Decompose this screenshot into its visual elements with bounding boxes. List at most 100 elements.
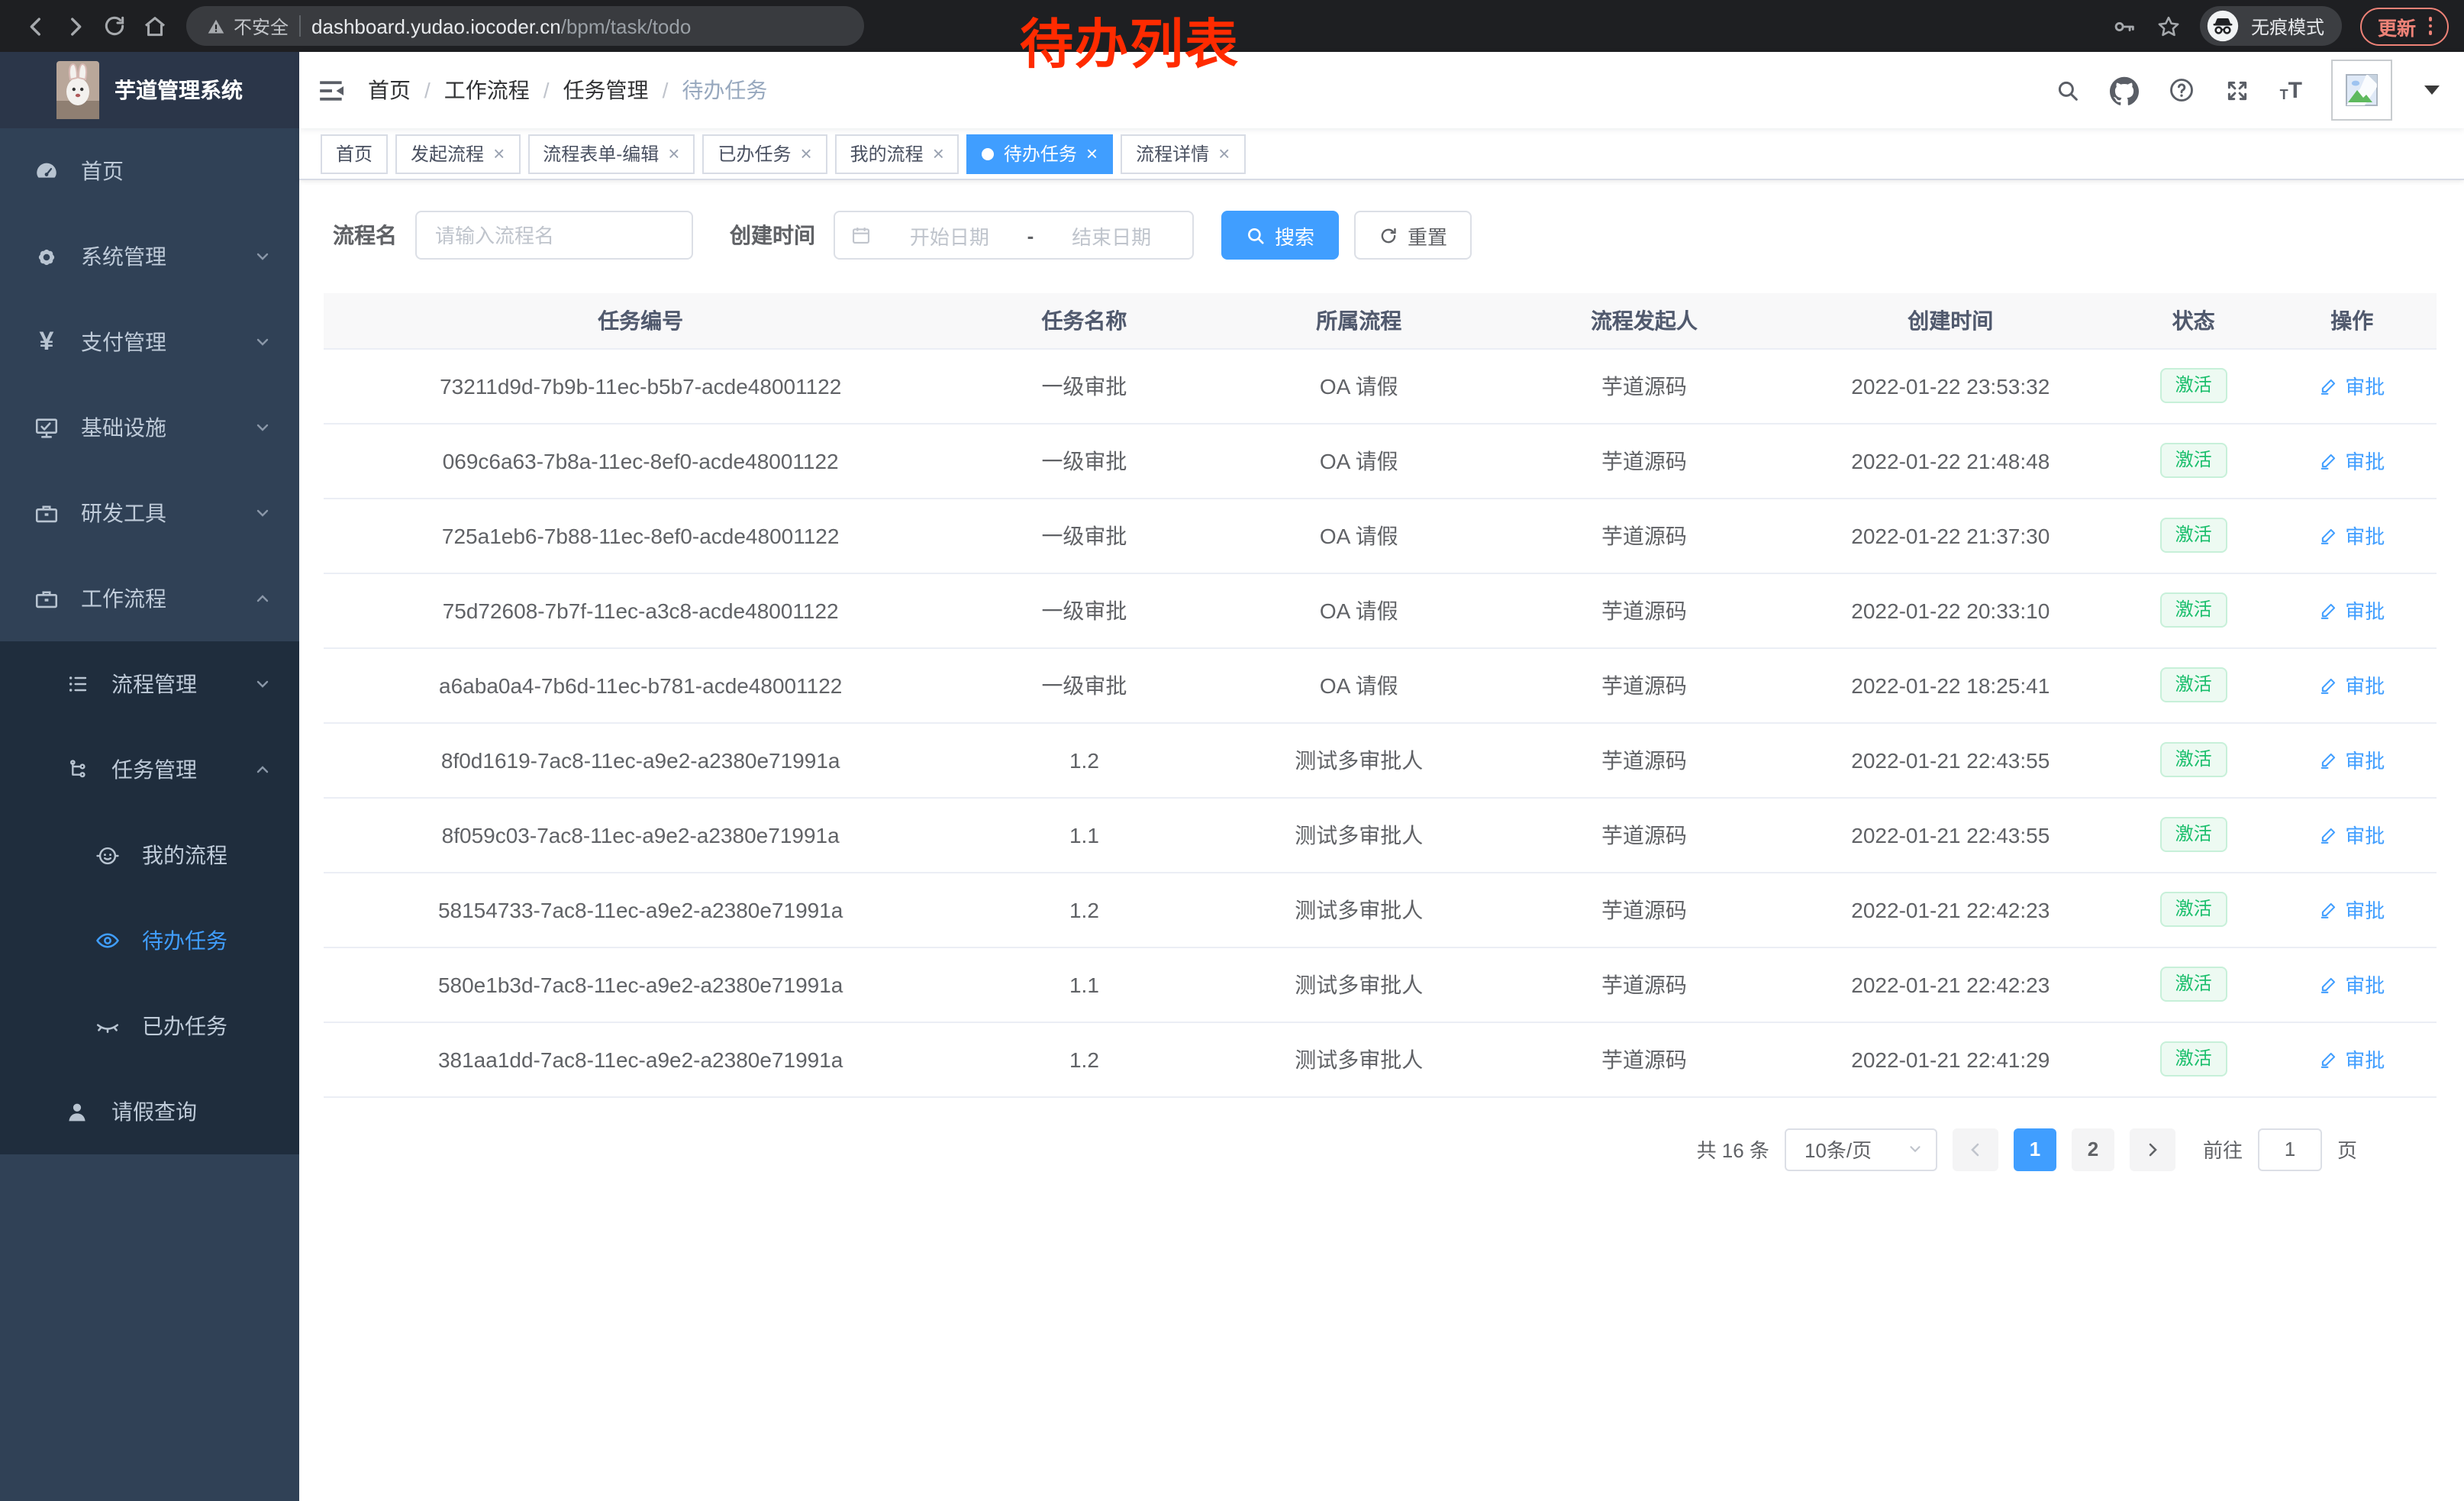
tab[interactable]: 发起流程 × xyxy=(395,134,520,173)
approve-button[interactable]: 审批 xyxy=(2319,895,2385,924)
sidebar-collapse-icon[interactable] xyxy=(318,76,347,105)
sidebar-item-done-tasks[interactable]: 已办任务 xyxy=(0,983,299,1069)
tab[interactable]: 已办任务 × xyxy=(702,134,827,173)
sidebar-item-leave-query[interactable]: 请假查询 xyxy=(0,1069,299,1154)
tab[interactable]: 流程表单-编辑 × xyxy=(527,134,695,173)
tab-close-icon[interactable]: × xyxy=(493,142,505,165)
app-logo-row[interactable]: 芋道管理系统 xyxy=(0,52,299,128)
tab-close-icon[interactable]: × xyxy=(800,142,811,165)
process-name-input[interactable] xyxy=(415,211,693,260)
sidebar-item-infra[interactable]: 基础设施 xyxy=(0,385,299,470)
approve-button[interactable]: 审批 xyxy=(2319,745,2385,774)
approve-label: 审批 xyxy=(2345,596,2385,625)
chevron-down-icon xyxy=(1907,1141,1924,1157)
caret-down-icon[interactable] xyxy=(2424,86,2440,95)
approve-button[interactable]: 审批 xyxy=(2319,521,2385,550)
help-icon[interactable] xyxy=(2169,76,2196,104)
approve-button[interactable]: 审批 xyxy=(2319,670,2385,699)
page-number-1[interactable]: 1 xyxy=(2014,1128,2056,1170)
goto-page-input[interactable] xyxy=(2258,1128,2322,1170)
col-create-time: 创建时间 xyxy=(1782,293,2120,348)
address-bar[interactable]: 不安全 dashboard.yudao.iocoder.cn/bpm/task/… xyxy=(186,6,864,46)
list-icon xyxy=(64,672,90,696)
edit-pencil-icon xyxy=(2319,600,2339,620)
cell-task-id: 73211d9d-7b9b-11ec-b5b7-acde48001122 xyxy=(324,348,957,423)
tab[interactable]: 待办任务 × xyxy=(967,134,1113,173)
search-icon[interactable] xyxy=(2056,77,2082,103)
cell-initiator: 芋道源码 xyxy=(1507,797,1782,872)
eye-closed-icon xyxy=(95,1012,121,1040)
page-size-select[interactable]: 10条/页 xyxy=(1785,1128,1937,1170)
sidebar-item-devtools[interactable]: 研发工具 xyxy=(0,470,299,556)
update-button[interactable]: 更新 xyxy=(2361,7,2449,45)
approve-button[interactable]: 审批 xyxy=(2319,1044,2385,1073)
col-task-name: 任务名称 xyxy=(957,293,1211,348)
sidebar-item-label: 支付管理 xyxy=(81,327,166,357)
prev-page-button[interactable] xyxy=(1953,1128,1998,1170)
approve-button[interactable]: 审批 xyxy=(2319,446,2385,475)
avatar[interactable] xyxy=(2331,60,2392,121)
sidebar-item-label: 待办任务 xyxy=(142,925,227,956)
font-size-icon[interactable]: TT xyxy=(2280,79,2302,102)
cell-task-name: 1.1 xyxy=(957,797,1211,872)
password-key-icon[interactable] xyxy=(2112,13,2138,39)
approve-label: 审批 xyxy=(2345,670,2385,699)
forward-icon[interactable] xyxy=(55,6,95,46)
sidebar-item-task-mgmt[interactable]: 任务管理 xyxy=(0,727,299,812)
home-icon[interactable] xyxy=(134,6,174,46)
tab[interactable]: 我的流程 × xyxy=(835,134,959,173)
col-process: 所属流程 xyxy=(1211,293,1508,348)
reset-button[interactable]: 重置 xyxy=(1354,211,1472,260)
breadcrumb-item[interactable]: 首页 xyxy=(368,75,411,105)
approve-button[interactable]: 审批 xyxy=(2319,596,2385,625)
status-badge: 激活 xyxy=(2160,518,2227,553)
sidebar-item-label: 首页 xyxy=(81,156,124,186)
sidebar-item-label: 我的流程 xyxy=(142,840,227,870)
page-number-2[interactable]: 2 xyxy=(2072,1128,2114,1170)
navbar: 首页 / 工作流程 / 任务管理 / 待办任务 xyxy=(299,52,2464,128)
bookmark-star-icon[interactable] xyxy=(2156,13,2182,39)
status-badge: 激活 xyxy=(2160,817,2227,852)
sidebar-item-workflow[interactable]: 工作流程 xyxy=(0,556,299,641)
search-button[interactable]: 搜索 xyxy=(1221,211,1339,260)
approve-label: 审批 xyxy=(2345,970,2385,999)
back-icon[interactable] xyxy=(15,6,55,46)
url-host: dashboard.yudao.iocoder.cn xyxy=(311,15,561,37)
tab-label: 我的流程 xyxy=(850,140,924,166)
tab-close-icon[interactable]: × xyxy=(668,142,679,165)
sidebar-item-process-mgmt[interactable]: 流程管理 xyxy=(0,641,299,727)
tab-label: 已办任务 xyxy=(718,140,791,166)
browser-menu-icon[interactable] xyxy=(2428,18,2432,35)
person-icon xyxy=(64,1099,90,1125)
dashboard-icon xyxy=(34,158,60,184)
tab-close-icon[interactable]: × xyxy=(1218,142,1230,165)
tab[interactable]: 流程详情 × xyxy=(1121,134,1245,173)
date-range-picker[interactable]: 开始日期 - 结束日期 xyxy=(834,211,1194,260)
reload-icon[interactable] xyxy=(95,6,134,46)
url-path: /bpm/task/todo xyxy=(561,15,692,37)
breadcrumb-item[interactable]: 任务管理 xyxy=(563,75,649,105)
tab-close-icon[interactable]: × xyxy=(1086,142,1098,165)
cell-task-name: 1.2 xyxy=(957,872,1211,947)
breadcrumb-item[interactable]: 工作流程 xyxy=(444,75,530,105)
table-row: 725a1eb6-7b88-11ec-8ef0-acde48001122 一级审… xyxy=(324,498,2437,573)
status-badge: 激活 xyxy=(2160,742,2227,777)
tab-close-icon[interactable]: × xyxy=(933,142,944,165)
sidebar-item-my-process[interactable]: 我的流程 xyxy=(0,812,299,898)
approve-button[interactable]: 审批 xyxy=(2319,820,2385,849)
table-row: 8f059c03-7ac8-11ec-a9e2-a2380e71991a 1.1… xyxy=(324,797,2437,872)
chevron-down-icon xyxy=(253,333,272,351)
chevron-down-icon xyxy=(253,675,272,693)
sidebar-item-home[interactable]: 首页 xyxy=(0,128,299,214)
tab[interactable]: 首页 xyxy=(321,134,388,173)
sidebar-item-payment[interactable]: ¥ 支付管理 xyxy=(0,299,299,385)
security-warning[interactable]: 不安全 xyxy=(206,13,289,39)
approve-button[interactable]: 审批 xyxy=(2319,371,2385,400)
app-title: 芋道管理系统 xyxy=(114,75,243,105)
next-page-button[interactable] xyxy=(2130,1128,2175,1170)
github-icon[interactable] xyxy=(2111,76,2140,105)
sidebar-item-system[interactable]: 系统管理 xyxy=(0,214,299,299)
approve-button[interactable]: 审批 xyxy=(2319,970,2385,999)
sidebar-item-todo-tasks[interactable]: 待办任务 xyxy=(0,898,299,983)
fullscreen-icon[interactable] xyxy=(2225,77,2251,103)
